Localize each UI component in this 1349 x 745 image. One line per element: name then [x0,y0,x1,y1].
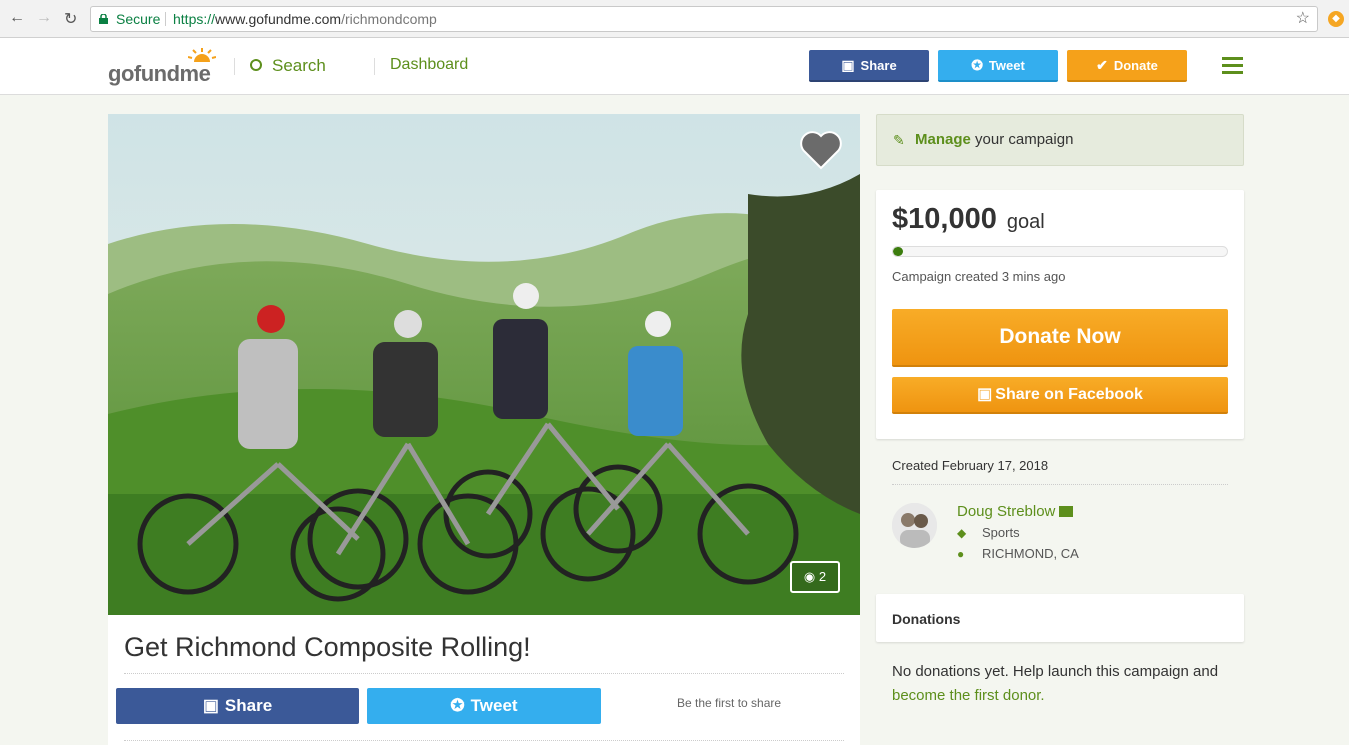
location-label: RICHMOND, CA [982,546,1079,561]
campaign-tweet-button[interactable]: ✪ Tweet [367,688,601,724]
category-label: Sports [982,525,1020,540]
manage-campaign-link[interactable]: ✎ Manage your campaign [876,114,1244,166]
organizer-name: Doug Streblow [957,503,1056,520]
divider [892,484,1228,485]
no-donations-message: No donations yet. Help launch this campa… [892,660,1232,708]
search-label: Search [272,56,326,75]
donate-now-button[interactable]: Donate Now [892,309,1228,367]
address-bar[interactable]: Secure https://www.gofundme.com/richmond… [90,6,1318,32]
donations-title: Donations [892,611,961,627]
created-date: Created February 17, 2018 [892,458,1049,473]
header-divider [374,58,375,75]
envelope-icon[interactable] [1059,506,1074,517]
twitter-icon: ✪ [971,57,983,73]
goal-amount: $10,000 goal [892,203,1045,236]
address-separator [165,12,166,26]
logo-go: go [108,61,134,86]
header-tweet-button[interactable]: ✪ Tweet [938,50,1058,82]
first-share-text: Be the first to share [677,696,782,710]
header-share-label: Share [860,58,897,73]
photo-count-badge[interactable]: ◉ 2 [790,561,840,593]
hamburger-menu-icon[interactable] [1222,57,1243,74]
divider [124,673,844,674]
site-header: gofundme Search Dashboard ▣ Share ✪ Tweet … [0,38,1349,95]
lock-icon [99,14,108,24]
divider [124,740,844,741]
photo-count: 2 [818,569,827,584]
tag-icon: ◆ [957,526,967,540]
logo-me: me [179,61,211,86]
url-path: /richmondcomp [341,11,437,27]
manage-rest: your campaign [970,131,1074,148]
manage-bold: Manage [915,131,971,148]
header-share-button[interactable]: ▣ Share [809,50,929,82]
no-donations-text: No donations yet. Help launch this campa… [892,663,1219,680]
back-icon[interactable]: ← [9,9,25,27]
header-divider [234,58,235,75]
favorite-heart-icon[interactable] [800,130,842,170]
extension-icon[interactable]: ◆ [1328,11,1344,27]
browser-chrome: ← → ↻ Secure https://www.gofundme.com/ri… [0,0,1349,38]
secure-label: Secure [116,11,161,27]
search-link[interactable]: Search [250,56,326,76]
checkmark-icon: ✔ [1096,57,1108,73]
goal-label: goal [1006,211,1045,233]
logo-sun-icon [188,48,216,62]
campaign-category[interactable]: ◆ Sports [957,525,1020,540]
pencil-icon: ✎ [893,132,905,148]
campaign-created-ago: Campaign created 3 mins ago [892,269,1066,284]
search-icon [250,59,262,71]
logo-wordmark: gofundme [108,61,211,87]
url-text: https://www.gofundme.com/richmondcomp [173,7,437,31]
url-host: www.gofundme.com [215,11,342,27]
organizer-name-link[interactable]: Doug Streblow [957,503,1074,520]
reload-icon[interactable]: ↻ [64,9,77,29]
share-on-facebook-button[interactable]: ▣ Share on Facebook [892,377,1228,414]
dashboard-link[interactable]: Dashboard [390,56,468,74]
campaign-share-label: Share [224,696,273,715]
campaign-title: Get Richmond Composite Rolling! [124,632,531,662]
forward-icon[interactable]: → [36,9,52,27]
goal-value: $10,000 [892,203,997,235]
campaign-tweet-label: Tweet [470,696,518,715]
hero-photo [108,114,860,615]
become-first-donor-link[interactable]: become the first donor. [892,687,1045,704]
url-scheme: https:// [173,11,216,27]
facebook-icon: ▣ [977,386,993,403]
twitter-icon: ✪ [450,696,465,715]
header-donate-button[interactable]: ✔ Donate [1067,50,1187,82]
campaign-share-button[interactable]: ▣ Share [116,688,359,724]
header-tweet-label: Tweet [988,58,1025,73]
logo-fund: fund [133,61,180,86]
header-donate-label: Donate [1113,58,1158,73]
share-on-facebook-label: Share on Facebook [995,386,1143,403]
campaign-location: ● RICHMOND, CA [957,546,1079,561]
facebook-icon: ▣ [202,696,219,715]
campaign-hero-image[interactable] [108,114,860,615]
camera-icon: ◉ [803,569,816,584]
bookmark-star-icon[interactable]: ☆ [1296,7,1310,31]
goal-progress-fill [893,247,904,256]
organizer-avatar[interactable] [892,503,937,548]
goal-progress-bar [892,246,1228,257]
map-pin-icon: ● [957,547,965,561]
facebook-icon: ▣ [841,57,855,73]
gofundme-logo[interactable]: gofundme [108,48,218,87]
